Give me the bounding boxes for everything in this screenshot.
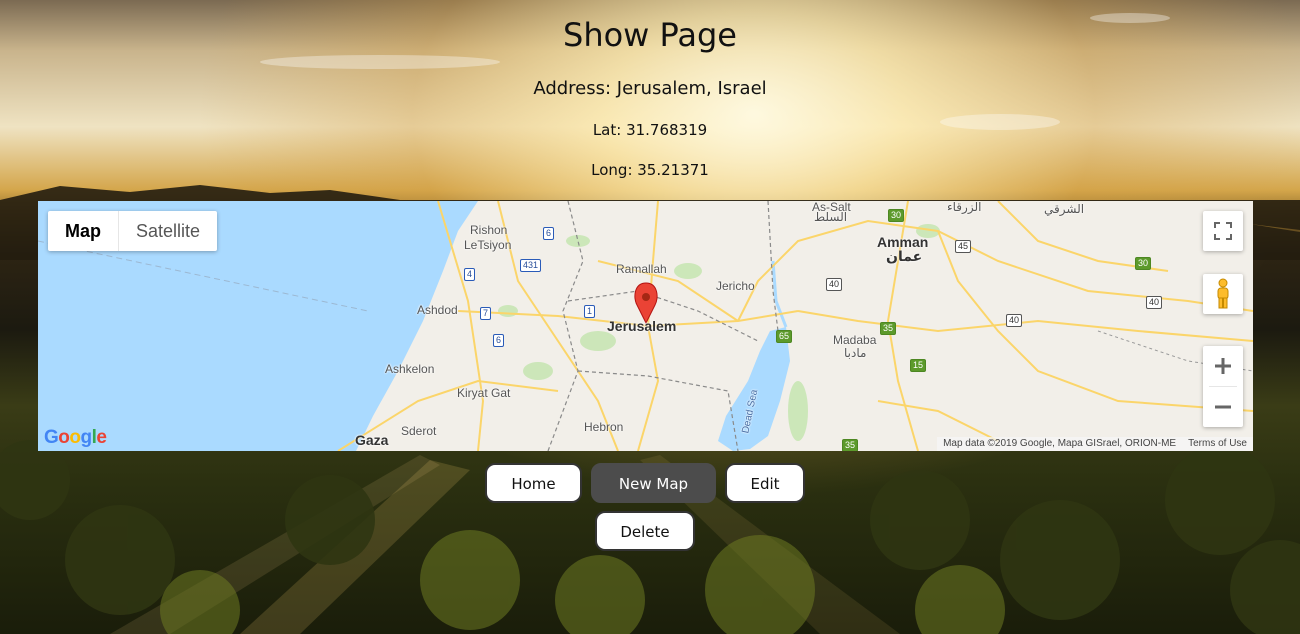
fullscreen-button[interactable] (1203, 211, 1243, 251)
map-label-hebron: Hebron (584, 420, 624, 434)
map-label-sharqi-ar: الشرقي (1044, 202, 1085, 216)
map-label-madaba-ar: مادبا (844, 346, 867, 360)
terms-of-use-link[interactable]: Terms of Use (1182, 437, 1253, 451)
map-label-amman: Amman (877, 234, 929, 250)
map-label-jericho: Jericho (716, 279, 755, 293)
map-label-ramallah: Ramallah (616, 262, 667, 276)
road-shield: 1 (584, 305, 596, 318)
pegman-icon (1217, 278, 1229, 309)
fullscreen-icon (1214, 222, 1232, 240)
road-shield: 15 (910, 359, 927, 372)
latitude-text: Lat: 31.768319 (592, 121, 708, 139)
zoom-control (1203, 346, 1243, 427)
map-label-sderot: Sderot (401, 424, 437, 438)
map-data-text: Map data ©2019 Google, Mapa GISrael, ORI… (943, 438, 1177, 449)
map-label-rishon: Rishon (470, 223, 508, 237)
road-shield: 40 (1006, 314, 1023, 327)
road-shield: 7 (480, 307, 492, 320)
road-shield: 30 (888, 209, 905, 222)
map-label-amman-ar: عمان (886, 249, 923, 265)
zoom-in-button[interactable] (1203, 346, 1243, 386)
longitude-text: Long: 35.21371 (591, 161, 709, 179)
road-shield: 40 (1146, 296, 1163, 309)
map-label-zarqa-ar: الزرقاء (947, 201, 982, 214)
map-label-ashkelon: Ashkelon (385, 362, 435, 376)
map-type-satellite-button[interactable]: Satellite (119, 211, 217, 251)
location-marker-icon (634, 282, 658, 325)
google-logo[interactable]: Google (44, 427, 107, 449)
map-label-letsiyon: LeTsiyon (464, 238, 512, 252)
road-shield: 6 (493, 334, 505, 347)
address-text: Address: Jerusalem, Israel (533, 78, 767, 99)
google-map[interactable]: Rishon LeTsiyon Ramallah Jericho Jerusal… (38, 201, 1253, 451)
page-title: Show Page (563, 16, 737, 54)
road-shield: 35 (842, 439, 859, 451)
edit-button[interactable]: Edit (725, 463, 805, 503)
minus-icon (1215, 405, 1231, 409)
home-button[interactable]: Home (485, 463, 582, 503)
road-shield: 45 (955, 240, 972, 253)
road-shield: 35 (880, 322, 897, 335)
road-shield: 30 (1135, 257, 1152, 270)
road-shield: 6 (543, 227, 555, 240)
road-shield: 40 (826, 278, 843, 291)
new-map-button[interactable]: New Map (591, 463, 716, 503)
delete-button[interactable]: Delete (595, 511, 695, 551)
zoom-out-button[interactable] (1203, 387, 1243, 427)
map-label-ashdod: Ashdod (417, 303, 458, 317)
map-type-map-button[interactable]: Map (48, 211, 119, 251)
street-view-button[interactable] (1203, 274, 1243, 314)
plus-icon (1215, 358, 1231, 374)
map-label-gaza: Gaza (355, 432, 389, 448)
road-shield: 65 (776, 330, 793, 343)
map-label-madaba: Madaba (833, 333, 877, 347)
road-shield: 431 (520, 259, 542, 272)
map-attribution: Map data ©2019 Google, Mapa GISrael, ORI… (937, 437, 1253, 451)
map-label-as-salt-ar: السلط (814, 210, 848, 224)
map-label-jerusalem: Jerusalem (607, 318, 677, 334)
map-type-control: Map Satellite (48, 211, 218, 251)
road-shield: 4 (464, 268, 476, 281)
map-label-kiryat-gat: Kiryat Gat (457, 386, 511, 400)
